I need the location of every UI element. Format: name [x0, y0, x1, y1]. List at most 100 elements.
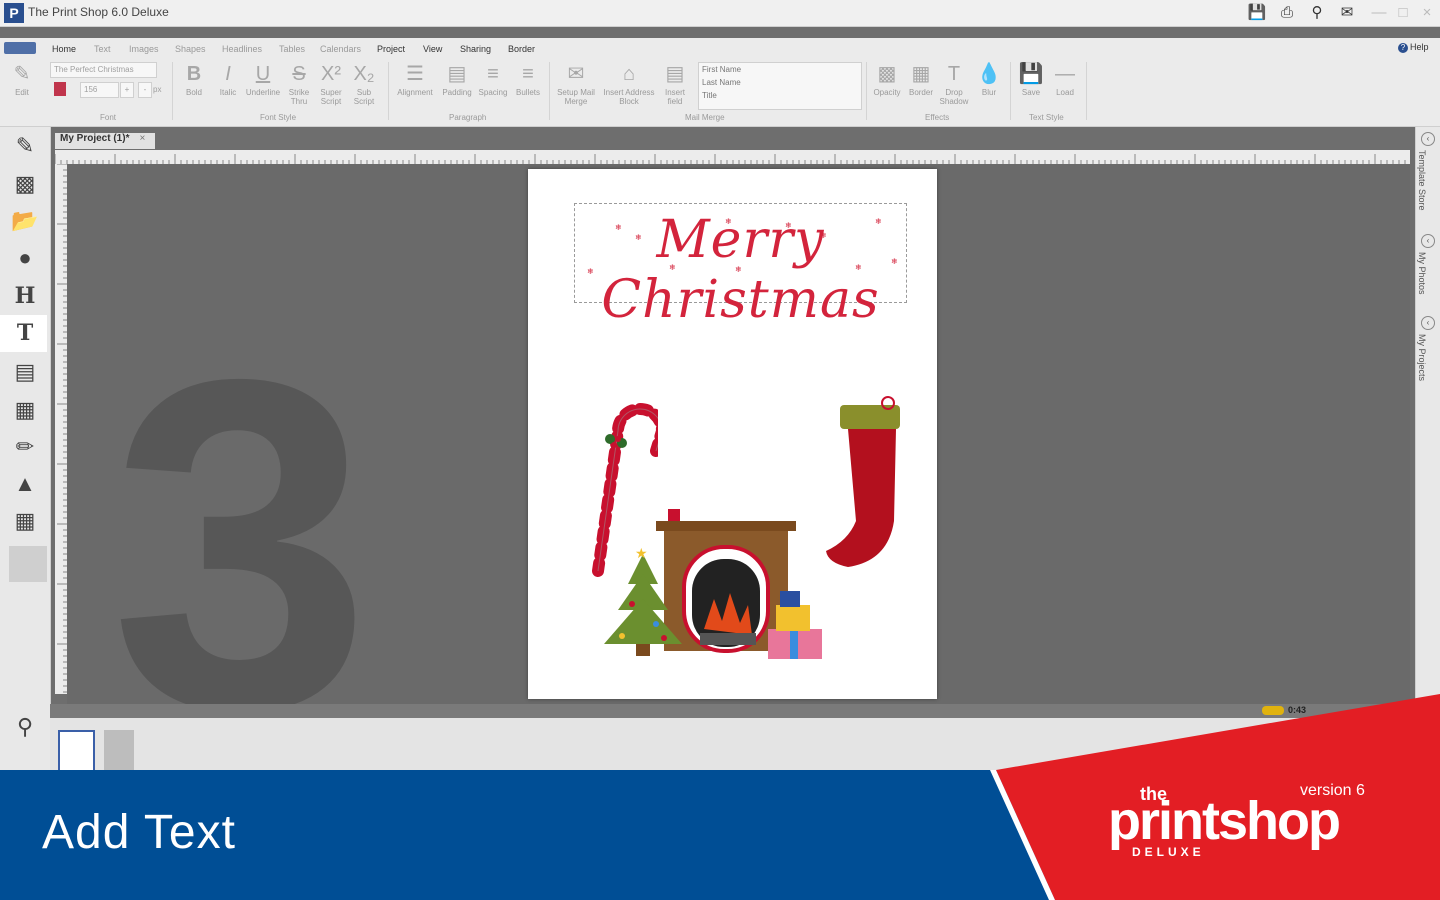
app-logo: P: [4, 3, 24, 23]
font-unit: px: [153, 85, 162, 94]
tab-border[interactable]: Border: [508, 44, 535, 54]
tab-sharing[interactable]: Sharing: [460, 44, 491, 54]
font-size-decrease[interactable]: -: [138, 82, 152, 98]
print-icon[interactable]: ⎙: [1276, 3, 1298, 23]
font-color-swatch[interactable]: [54, 82, 66, 96]
insert-address-block-button[interactable]: ⌂ Insert Address Block: [600, 62, 658, 106]
opacity-button[interactable]: ▩ Opacity: [870, 62, 904, 97]
strike-button[interactable]: S Strike Thru: [285, 62, 313, 106]
opacity-icon: ▩: [877, 63, 897, 85]
tab-view[interactable]: View: [423, 44, 442, 54]
italic-button[interactable]: I Italic: [214, 62, 242, 97]
collapse-icon[interactable]: ‹: [1421, 316, 1435, 330]
insert-field-label: Insert field: [664, 88, 685, 106]
edit-button[interactable]: ✎ Edit: [6, 62, 38, 97]
svg-text:❄: ❄: [669, 263, 676, 272]
open-folder-icon[interactable]: 📂: [10, 206, 40, 236]
close-tab-icon[interactable]: ×: [139, 133, 145, 144]
layout-icon[interactable]: ▩: [10, 169, 40, 199]
snowflakes: ❄ ❄ ❄ ❄ ❄ ❄ ❄ ❄ ❄ ❄ ❄: [587, 217, 898, 276]
bullets-button[interactable]: ≡ Bullets: [512, 62, 544, 97]
calendar-icon[interactable]: ▦: [10, 506, 40, 536]
drop-shadow-label: Drop Shadow: [939, 88, 969, 106]
document-page[interactable]: Merry Christmas ❄ ❄ ❄ ❄ ❄ ❄ ❄ ❄ ❄ ❄ ❄ ★: [528, 169, 937, 699]
draw-icon[interactable]: ✏: [10, 432, 40, 462]
subscript-icon: X₂: [353, 63, 375, 85]
shapes-icon[interactable]: ▲: [10, 469, 40, 499]
zoom-slider[interactable]: [1262, 706, 1284, 715]
spacing-label: Spacing: [478, 88, 508, 97]
app-menu-button[interactable]: [4, 42, 36, 54]
paragraph-group-label: Paragraph: [449, 113, 487, 122]
my-projects-tab[interactable]: My Projects: [1417, 334, 1427, 381]
setup-mail-merge-label: Setup Mail Merge: [557, 88, 595, 106]
status-time: 0:43: [1288, 705, 1307, 715]
save-icon[interactable]: 💾: [1246, 3, 1268, 23]
collapse-icon[interactable]: ‹: [1421, 234, 1435, 248]
blur-button[interactable]: 💧 Blur: [974, 62, 1004, 97]
underline-button[interactable]: U Underline: [243, 62, 283, 97]
document-tab[interactable]: My Project (1)* ×: [55, 133, 155, 149]
add-page-icon[interactable]: [104, 730, 134, 772]
drop-shadow-button[interactable]: T Drop Shadow: [937, 62, 971, 106]
step-label: Add Text: [42, 806, 236, 859]
alignment-button[interactable]: ☰ Alignment: [394, 62, 436, 97]
tab-home[interactable]: Home: [52, 44, 76, 54]
mail-merge-icon: ✉: [567, 63, 585, 85]
padding-button[interactable]: ▤ Padding: [440, 62, 474, 97]
merge-field-item[interactable]: Last Name: [699, 76, 861, 89]
zoom-icon[interactable]: ⚲: [10, 712, 40, 742]
load-style-button[interactable]: — Load: [1050, 62, 1080, 97]
tab-tables[interactable]: Tables: [279, 44, 305, 54]
my-photos-tab[interactable]: My Photos: [1417, 252, 1427, 295]
bullets-label: Bullets: [515, 88, 540, 97]
merge-field-item[interactable]: First Name: [699, 63, 861, 76]
tab-project[interactable]: Project: [377, 44, 405, 54]
photos-icon[interactable]: ▦: [10, 395, 40, 425]
tab-calendars[interactable]: Calendars: [320, 44, 361, 54]
pencil-icon[interactable]: ✎: [10, 131, 40, 161]
bold-button[interactable]: B Bold: [180, 62, 208, 97]
christmas-tree-image[interactable]: ★: [598, 544, 688, 664]
mail-icon[interactable]: ✉: [1336, 3, 1358, 23]
stocking-image[interactable]: [818, 391, 908, 581]
tab-text[interactable]: Text: [94, 44, 111, 54]
text-box[interactable]: Merry Christmas ❄ ❄ ❄ ❄ ❄ ❄ ❄ ❄ ❄ ❄ ❄: [574, 203, 907, 330]
search-icon[interactable]: ⚲: [1306, 3, 1328, 23]
merge-field-list[interactable]: First Name Last Name Title: [698, 62, 862, 110]
close-icon[interactable]: ×: [1416, 3, 1438, 23]
italic-label: Italic: [219, 88, 237, 97]
merge-field-item[interactable]: Title: [699, 89, 861, 102]
ribbon-separator: [172, 62, 173, 120]
superscript-button[interactable]: X² Super Script: [317, 62, 345, 106]
text-icon[interactable]: T: [10, 318, 40, 348]
template-store-tab[interactable]: Template Store: [1417, 150, 1427, 211]
tab-shapes[interactable]: Shapes: [175, 44, 206, 54]
insert-field-button[interactable]: ▤ Insert field: [660, 62, 690, 106]
maximize-icon[interactable]: □: [1392, 3, 1414, 23]
spacing-button[interactable]: ≡ Spacing: [476, 62, 510, 97]
step-number-overlay: 3: [110, 282, 372, 807]
presents-image[interactable]: [766, 589, 826, 661]
ribbon-separator: [866, 62, 867, 120]
menu-bar: [0, 38, 1440, 58]
help-label: Help: [1410, 42, 1429, 52]
color-swatch-panel[interactable]: [9, 546, 47, 582]
font-name-select[interactable]: The Perfect Christmas: [50, 62, 157, 78]
help-button[interactable]: ? Help: [1398, 42, 1429, 53]
border-button[interactable]: ▦ Border: [905, 62, 937, 97]
spacing-icon: ≡: [487, 63, 499, 85]
image-icon[interactable]: ▤: [10, 357, 40, 387]
font-size-field[interactable]: 156: [80, 82, 119, 98]
subscript-button[interactable]: X₂ Sub Script: [350, 62, 378, 106]
tab-images[interactable]: Images: [129, 44, 159, 54]
minimize-icon[interactable]: —: [1368, 3, 1390, 23]
collapse-icon[interactable]: ‹: [1421, 132, 1435, 146]
lightbulb-icon[interactable]: ●: [10, 243, 40, 273]
tab-headlines[interactable]: Headlines: [222, 44, 262, 54]
blur-label: Blur: [981, 88, 997, 97]
headline-icon[interactable]: H: [10, 281, 40, 311]
save-style-button[interactable]: 💾 Save: [1016, 62, 1046, 97]
setup-mail-merge-button[interactable]: ✉ Setup Mail Merge: [553, 62, 599, 106]
font-size-increase[interactable]: +: [120, 82, 134, 98]
